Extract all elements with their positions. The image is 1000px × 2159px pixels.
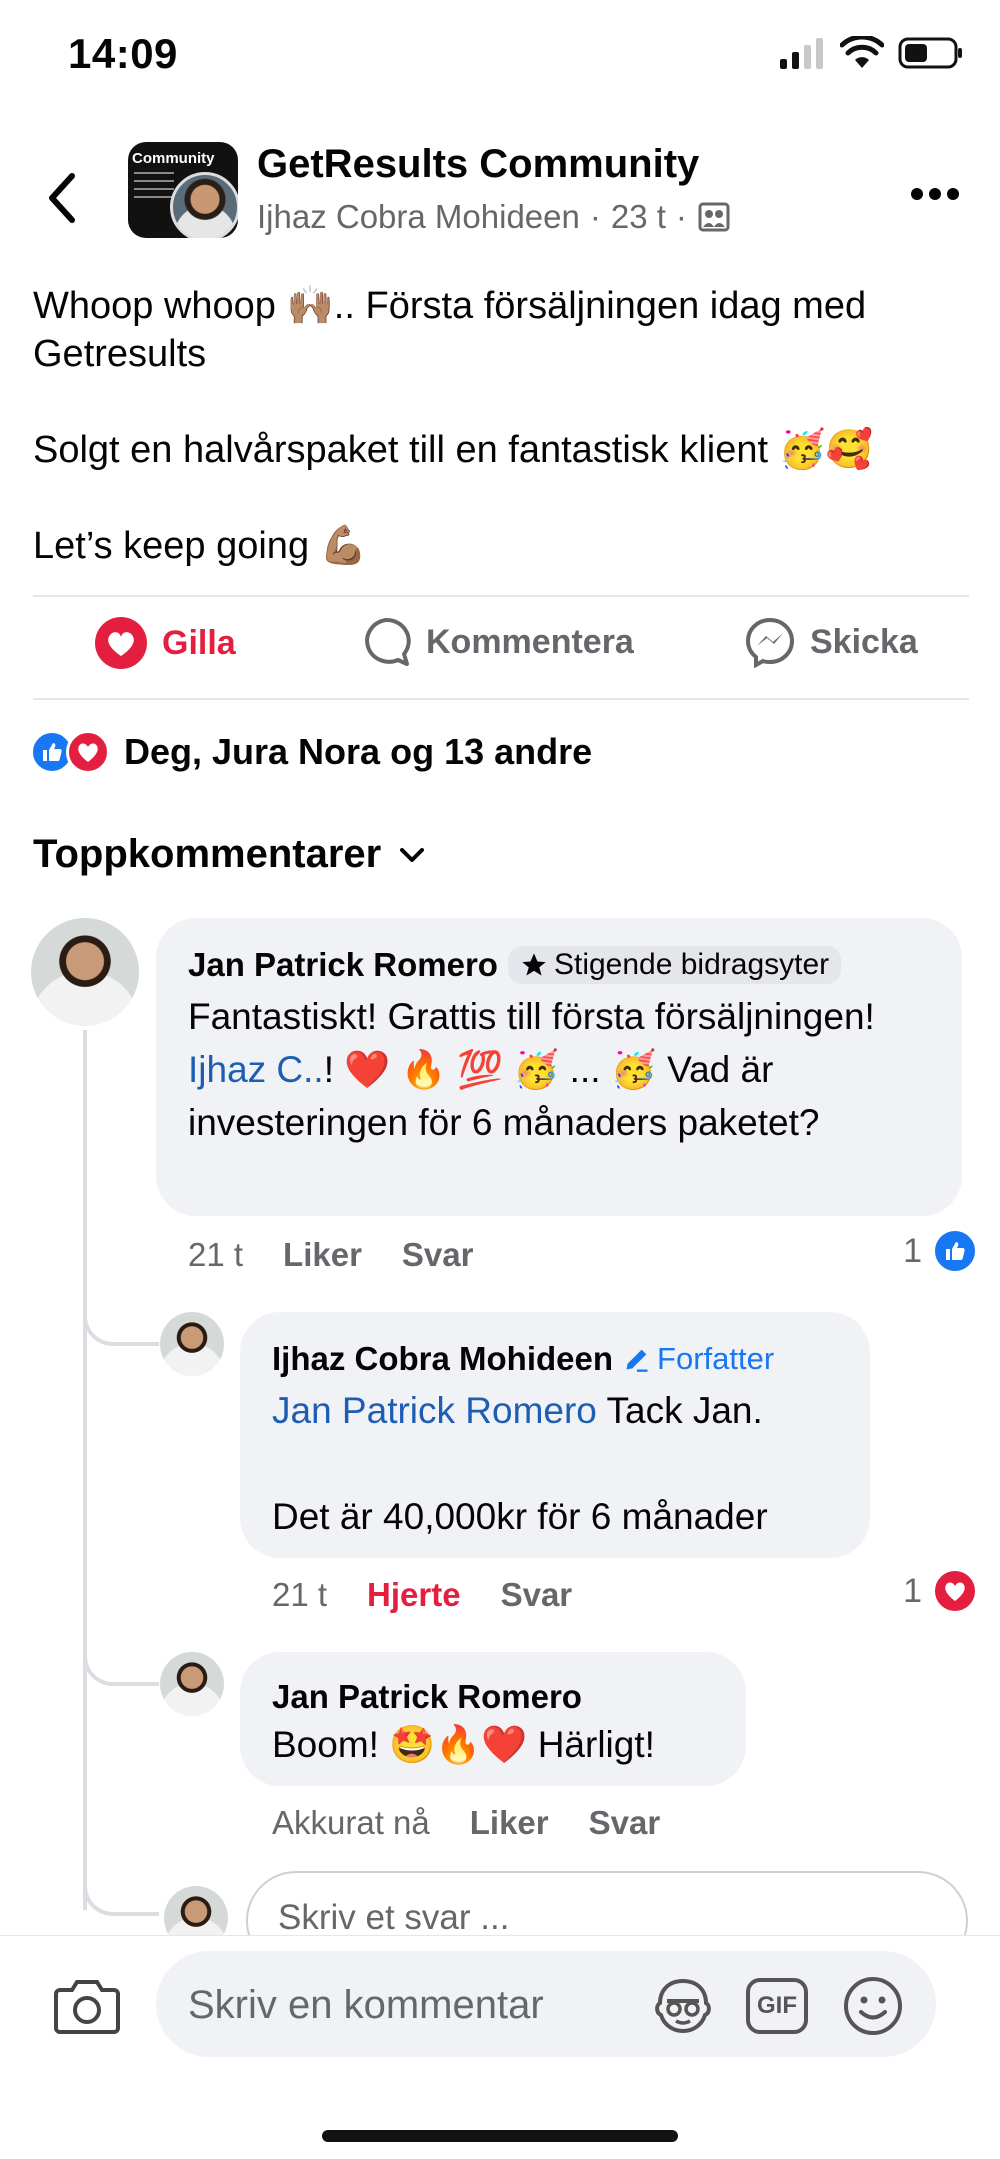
author-badge: Forfatter [623, 1341, 774, 1377]
avatar[interactable] [31, 918, 139, 1026]
reaction-count: 1 [903, 1571, 922, 1610]
comment-text: Boom! 🤩🔥❤️ Härligt! [272, 1724, 655, 1765]
signal-icon [780, 38, 823, 69]
group-privacy-icon [698, 202, 730, 232]
comment-reaction-count[interactable]: 1 [903, 1228, 978, 1274]
home-indicator[interactable] [322, 2130, 678, 2142]
comment-mention[interactable]: Jan Patrick Romero [272, 1390, 597, 1431]
reply-button[interactable]: Svar [501, 1576, 573, 1614]
comment-actions: Akkurat nå Liker Svar [272, 1804, 660, 1842]
comment-input-placeholder: Skriv en kommentar [188, 1983, 544, 2027]
reply-input-placeholder: Skriv et svar ... [278, 1898, 510, 1937]
heart-comment-button[interactable]: Hjerte [367, 1576, 461, 1614]
reactions-text: Deg, Jura Nora og 13 andre [124, 731, 593, 772]
comment-text: Jan Patrick Romero Tack Jan. [272, 1384, 852, 1437]
comment-text-part: Tack Jan. [596, 1390, 763, 1431]
reply-button[interactable]: Svar [589, 1804, 661, 1842]
comment-author[interactable]: Ijhaz Cobra Mohideen [272, 1340, 613, 1378]
meta-separator-2: · [675, 198, 687, 235]
post-author[interactable]: Ijhaz Cobra Mohideen [257, 198, 580, 236]
like-reaction-icon [932, 1228, 978, 1274]
post-text-line-2: Solgt en halvårspaket till en fantastisk… [33, 429, 874, 471]
status-icons [778, 36, 964, 70]
group-name[interactable]: GetResults Community [257, 142, 699, 187]
author-badge-label: Forfatter [657, 1341, 775, 1376]
camera-icon[interactable] [54, 1976, 120, 2034]
star-icon [522, 953, 546, 976]
comment-actions: 21 t Hjerte Svar [272, 1576, 572, 1614]
comment-text-part: Fantastiskt! Grattis till första försälj… [188, 996, 875, 1037]
comment-text: Fantastiskt! Grattis till första försälj… [188, 990, 936, 1149]
meta-separator: · [589, 198, 601, 235]
chevron-down-icon [400, 847, 425, 862]
comment-author[interactable]: Jan Patrick Romero [188, 946, 498, 984]
contributor-badge-label: Stigende bidragsyter [553, 948, 830, 981]
comment-time: 21 t [188, 1236, 244, 1273]
comment-time: Akkurat nå [272, 1804, 430, 1841]
comment-reaction-count[interactable]: 1 [903, 1568, 978, 1614]
comment-text-line-2: Det är 40,000kr för 6 månader [272, 1496, 768, 1537]
group-avatar[interactable]: Community [128, 142, 238, 238]
share-button[interactable]: Skicka [744, 616, 918, 668]
comment-author-row: Ijhaz Cobra Mohideen Forfatter [272, 1340, 774, 1378]
avatar-sticker-icon[interactable] [652, 1977, 714, 2035]
status-time: 14:09 [68, 30, 178, 77]
love-reaction-icon [66, 730, 110, 774]
reaction-count: 1 [903, 1231, 922, 1270]
pencil-icon [626, 1349, 648, 1372]
battery-icon [898, 37, 962, 69]
share-label: Skicka [810, 622, 918, 661]
thread-line [83, 1030, 87, 1910]
divider [33, 698, 969, 700]
top-comments-label: Toppkommentarer [33, 832, 382, 876]
thread-connector [83, 1620, 159, 1686]
heart-icon [95, 617, 147, 669]
thread-connector [83, 1280, 159, 1346]
contributor-badge: Stigende bidragsyter [507, 946, 842, 984]
comment-button[interactable]: Kommentera [360, 616, 634, 668]
post-text-line-1: Whoop whoop 🙌🏽.. Första försäljningen id… [33, 285, 867, 375]
avatar[interactable] [160, 1312, 224, 1376]
thread-connector [83, 1860, 159, 1916]
post-meta: Ijhaz Cobra Mohideen · 23 t · [257, 198, 731, 236]
post-time[interactable]: 23 t [611, 198, 666, 236]
comment-time: 21 t [272, 1576, 328, 1613]
messenger-icon [745, 617, 795, 668]
comment-author[interactable]: Jan Patrick Romero [272, 1678, 582, 1716]
gif-button[interactable]: GIF [746, 1978, 808, 2034]
like-comment-button[interactable]: Liker [470, 1804, 549, 1842]
comment-label: Kommentera [426, 622, 634, 661]
more-options-icon[interactable] [910, 186, 960, 202]
like-button[interactable]: Gilla [94, 616, 236, 670]
like-label: Gilla [162, 623, 236, 662]
top-comments-filter[interactable]: Toppkommentarer [33, 832, 425, 877]
wifi-icon [840, 36, 884, 68]
back-arrow-icon[interactable] [40, 170, 84, 226]
post-text-line-3: Let’s keep going 💪🏽 [33, 525, 367, 567]
divider [33, 595, 969, 597]
reactions-summary[interactable]: Deg, Jura Nora og 13 andre [30, 730, 592, 774]
comment-author-row: Jan Patrick Romero Stigende bidragsyter [188, 946, 842, 984]
comment-actions: 21 t Liker Svar [188, 1236, 473, 1274]
comment-icon [365, 617, 411, 666]
like-comment-button[interactable]: Liker [283, 1236, 362, 1274]
group-avatar-text: Community [132, 150, 215, 167]
comment-mention[interactable]: Ijhaz C.. [188, 1049, 324, 1090]
reply-button[interactable]: Svar [402, 1236, 474, 1274]
love-reaction-icon [932, 1568, 978, 1614]
avatar[interactable] [160, 1652, 224, 1716]
emoji-icon[interactable] [842, 1975, 904, 2037]
